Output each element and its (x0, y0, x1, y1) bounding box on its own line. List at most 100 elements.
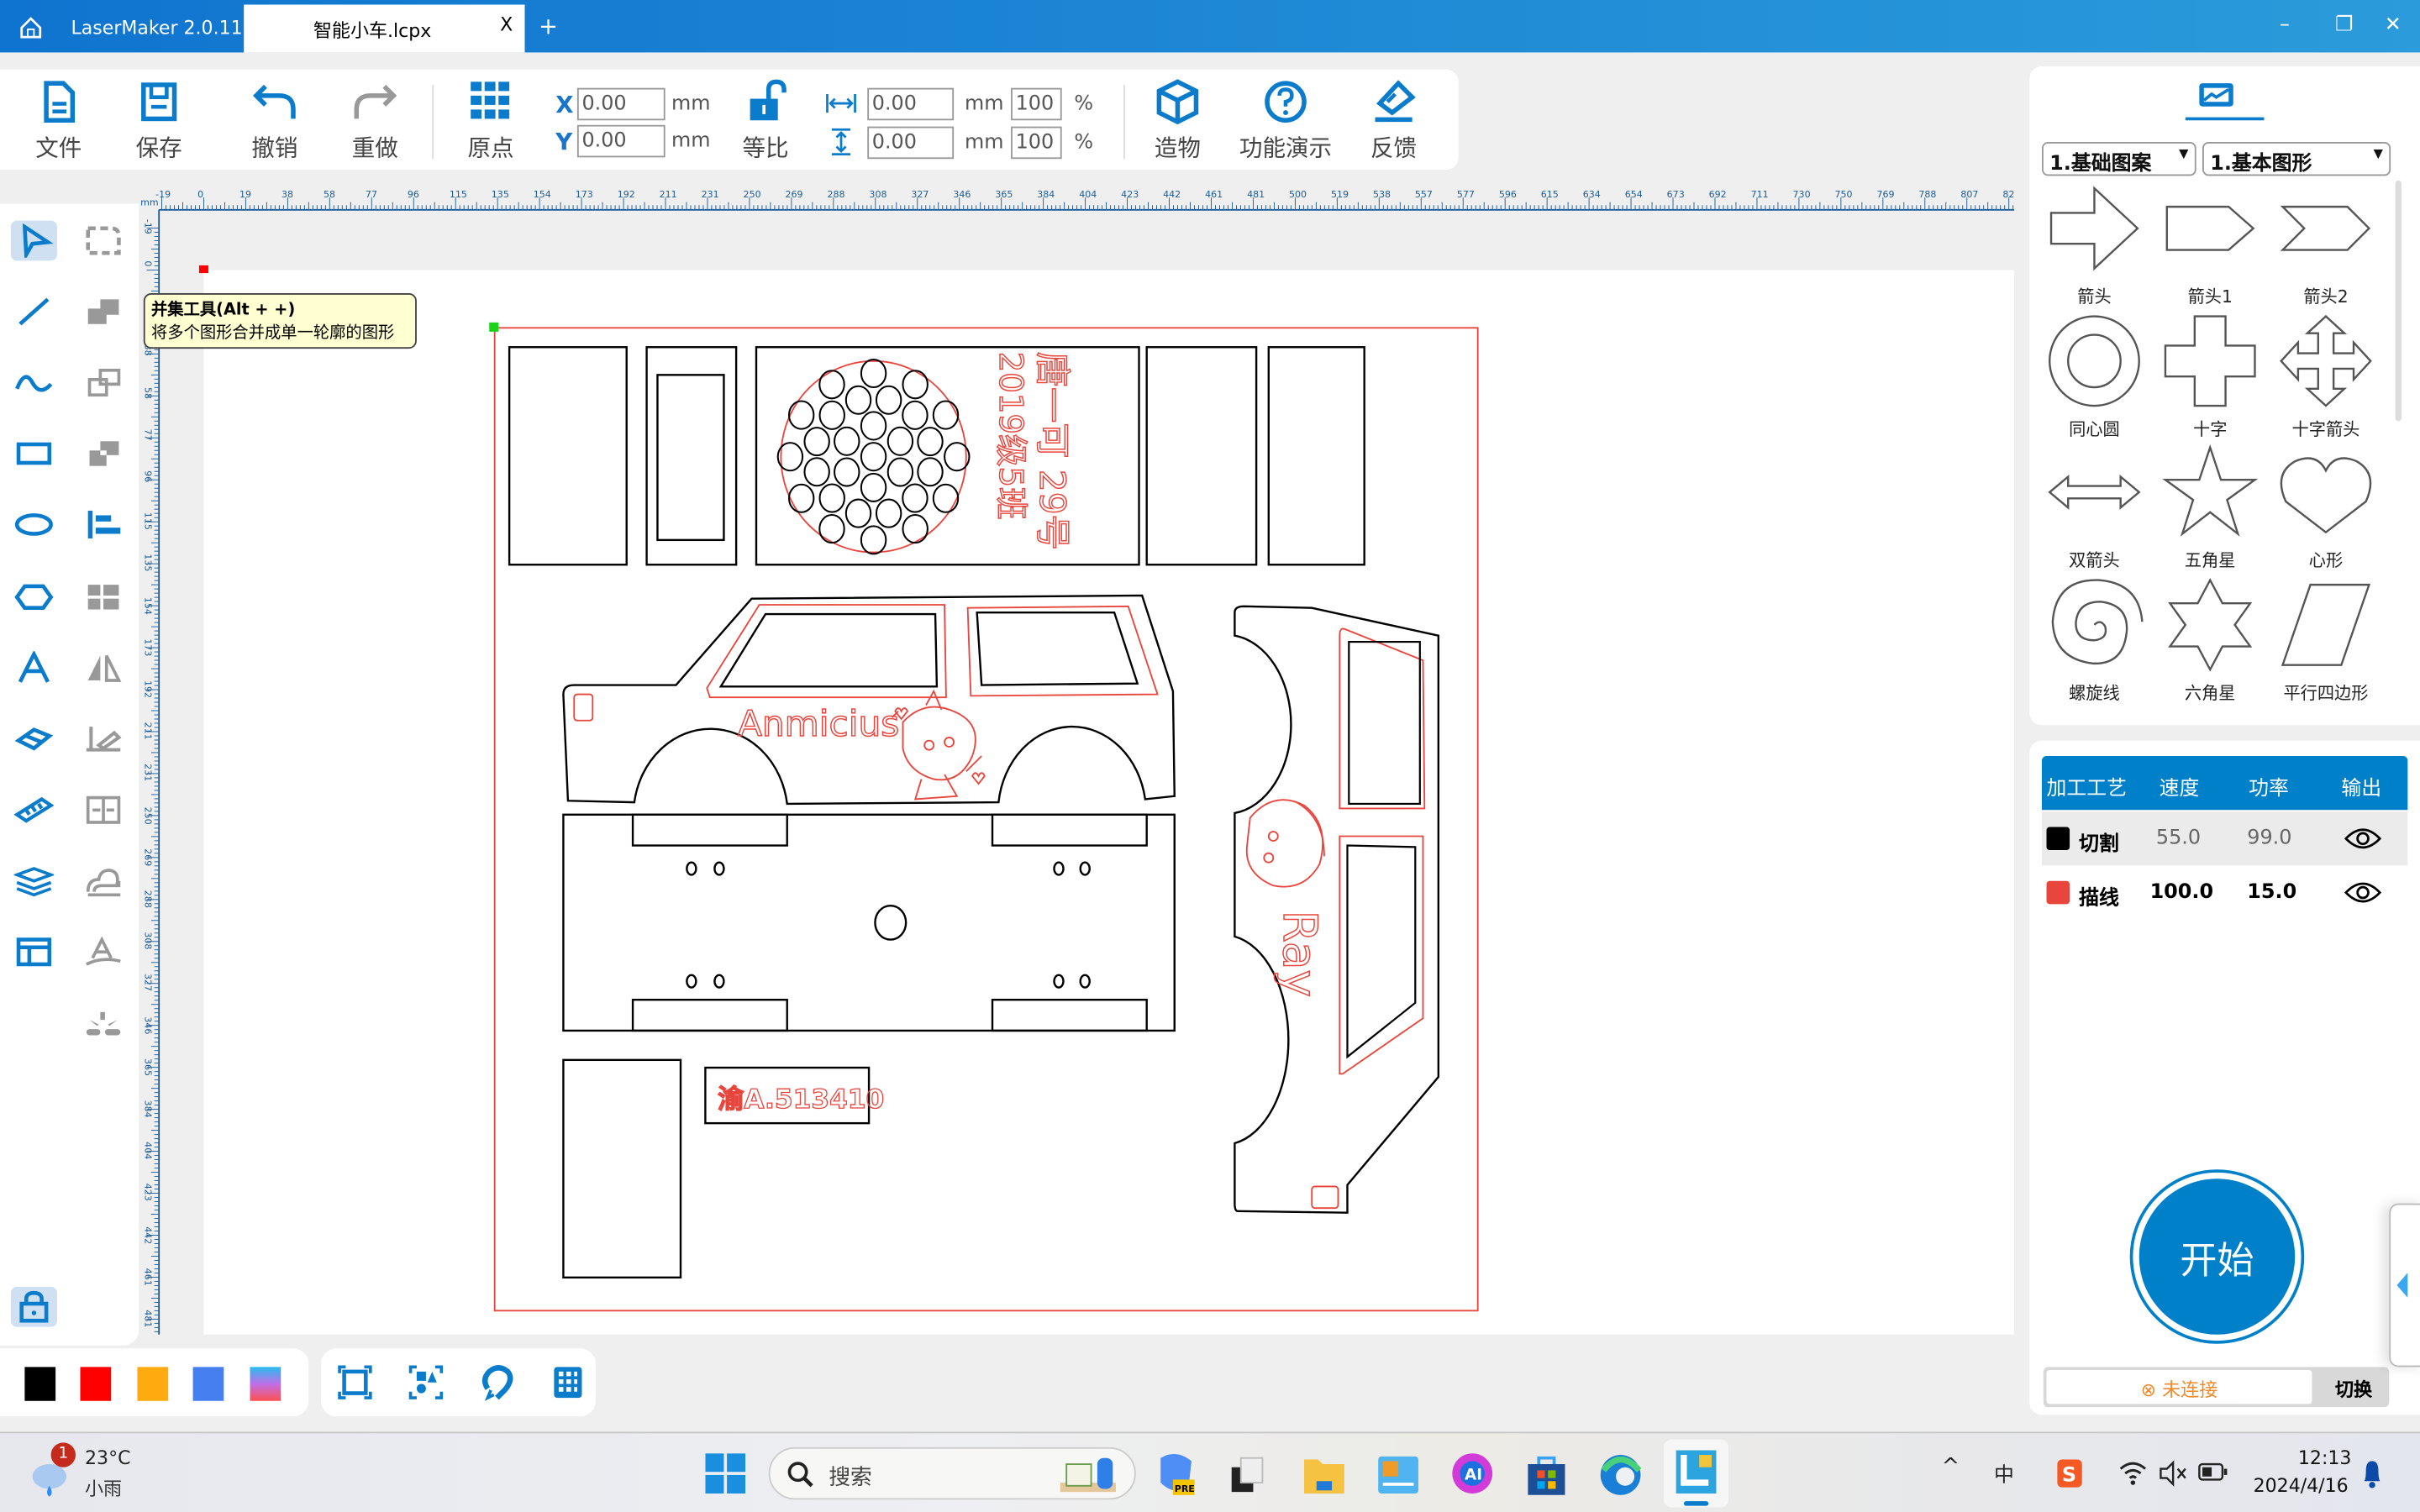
subcategory-dropdown[interactable]: 1.基本图形 ▼ (2202, 141, 2391, 176)
window-trim[interactable] (966, 605, 1159, 697)
panel-rect[interactable] (508, 346, 628, 566)
grid-icon[interactable] (550, 1364, 587, 1401)
shape-item-concentric-circles[interactable]: 同心圆 (2040, 311, 2149, 440)
ms-store-icon[interactable] (1525, 1452, 1568, 1498)
shape-item-arrow[interactable]: 箭头 (2040, 179, 2149, 308)
connection-status[interactable]: ⊗ 未连接 (2046, 1370, 2312, 1404)
speaker-hole[interactable] (917, 457, 944, 487)
notification-bell-icon[interactable] (2361, 1458, 2383, 1489)
speaker-hole[interactable] (860, 442, 887, 472)
speed-value[interactable]: 100.0 (2150, 881, 2214, 905)
lasermaker-taskbar-button[interactable] (1664, 1439, 1729, 1508)
speaker-hole[interactable] (818, 370, 845, 400)
shape-item-star5[interactable]: 五角星 (2156, 443, 2265, 572)
panel-rect[interactable] (1145, 346, 1258, 566)
power-value[interactable]: 15.0 (2247, 881, 2296, 905)
shape-item-star6[interactable]: 六角星 (2156, 575, 2265, 704)
power-value[interactable]: 99.0 (2247, 827, 2291, 850)
panel-rect[interactable] (562, 1058, 682, 1279)
car-name-engraving[interactable]: Anmicius (737, 702, 900, 744)
car-window[interactable] (718, 612, 939, 688)
speaker-hole[interactable] (875, 385, 902, 415)
shape-item-cross[interactable]: 十字 (2156, 311, 2265, 440)
speaker-holes[interactable] (776, 358, 971, 555)
speaker-hole[interactable] (787, 483, 815, 513)
volume-muted-icon[interactable] (2158, 1460, 2189, 1488)
shape-item-heart[interactable]: 心形 (2272, 443, 2381, 572)
speaker-hole[interactable] (818, 483, 845, 513)
speaker-hole[interactable] (787, 400, 815, 430)
shape-item-cross-arrows[interactable]: 十字箭头 (2272, 311, 2381, 440)
speaker-hole[interactable] (860, 525, 887, 555)
speaker-hole[interactable] (902, 370, 929, 400)
car-side-panel[interactable] (562, 594, 1176, 806)
category-dropdown[interactable]: 1.基础图案 ▼ (2042, 141, 2196, 176)
door-window[interactable] (1346, 844, 1417, 1059)
side-name-engraving[interactable]: Ray (1272, 910, 1327, 998)
shape-item-spiral[interactable]: 螺旋线 (2040, 575, 2149, 704)
character-drawing[interactable] (891, 689, 986, 801)
shape-item-double-arrow[interactable]: 双箭头 (2040, 443, 2149, 572)
panel-rect[interactable] (1267, 346, 1365, 566)
shape-item-parallelogram[interactable]: 平行四边形 (2272, 575, 2381, 704)
speaker-hole[interactable] (844, 498, 872, 528)
switch-button[interactable]: 切换 (2335, 1376, 2372, 1402)
plate-engraving[interactable]: 渝A.513410 (717, 1084, 884, 1115)
fit-selection-icon[interactable] (408, 1364, 445, 1401)
panel-cutout[interactable] (656, 374, 725, 542)
speaker-hole[interactable] (902, 483, 929, 513)
speed-value[interactable]: 55.0 (2156, 827, 2201, 850)
edge-browser-icon[interactable] (1599, 1452, 1642, 1498)
speaker-hole[interactable] (860, 358, 887, 389)
door-window[interactable] (1348, 640, 1421, 806)
layer-color-swatch[interactable] (2046, 880, 2070, 905)
battery-icon[interactable] (2198, 1461, 2229, 1483)
speaker-hole[interactable] (902, 400, 929, 430)
chassis-plate[interactable] (562, 813, 1176, 1032)
magnet-snap-icon[interactable] (478, 1364, 515, 1401)
clock-date[interactable]: 2024/4/16 (2254, 1475, 2349, 1497)
door-window-trim[interactable] (1339, 835, 1424, 1075)
fit-page-icon[interactable] (336, 1364, 373, 1401)
image-gallery-icon[interactable] (2196, 81, 2237, 109)
speaker-hole[interactable] (932, 400, 960, 430)
eye-icon[interactable] (2344, 827, 2382, 850)
windows-start-icon[interactable] (705, 1453, 746, 1494)
speaker-hole[interactable] (932, 483, 960, 513)
name-engraving[interactable]: 唐一可 29号 (1031, 351, 1073, 551)
speaker-hole[interactable] (860, 411, 887, 441)
taskbar-search[interactable]: 搜索 (768, 1446, 1136, 1500)
door-handle[interactable] (1311, 1185, 1339, 1210)
layer-color-swatch[interactable] (2046, 827, 2070, 851)
door-panel[interactable] (1234, 605, 1440, 1214)
process-row-line[interactable]: 描线 100.0 15.0 (2042, 865, 2408, 920)
copilot-icon[interactable]: PRE (1155, 1452, 1197, 1498)
show-hidden-icons[interactable]: ^ (1942, 1455, 1960, 1479)
clock-time[interactable]: 12:13 (2298, 1447, 2352, 1469)
shape-item-chevron[interactable]: 箭头2 (2272, 179, 2381, 308)
sogou-ime-icon[interactable]: S (2056, 1458, 2084, 1489)
ai-assistant-icon[interactable]: AI (1451, 1452, 1494, 1498)
door-window-trim[interactable] (1339, 627, 1426, 810)
speaker-hole[interactable] (844, 385, 872, 415)
speaker-hole[interactable] (834, 426, 860, 456)
eye-icon[interactable] (2344, 881, 2382, 905)
car-window[interactable] (976, 611, 1139, 686)
color-swatch-orange[interactable] (137, 1367, 169, 1401)
panel-rect[interactable] (645, 346, 738, 566)
color-swatch-black[interactable] (24, 1367, 56, 1401)
color-swatch-gradient[interactable] (250, 1367, 281, 1401)
color-swatch-red[interactable] (80, 1367, 112, 1401)
speaker-panel[interactable] (755, 346, 1140, 566)
speaker-hole[interactable] (902, 514, 929, 544)
start-button[interactable]: 开始 (2129, 1169, 2305, 1344)
ime-indicator[interactable]: 中 (1994, 1458, 2014, 1488)
file-explorer-icon[interactable] (1302, 1455, 1345, 1495)
shapes-scrollbar[interactable] (2395, 180, 2402, 422)
control-panel-icon[interactable] (1376, 1455, 1419, 1495)
task-view-icon[interactable] (1228, 1455, 1265, 1495)
selection-handle[interactable] (489, 322, 499, 332)
speaker-hole[interactable] (803, 427, 830, 457)
speaker-hole[interactable] (886, 426, 914, 456)
speaker-hole[interactable] (860, 472, 887, 502)
